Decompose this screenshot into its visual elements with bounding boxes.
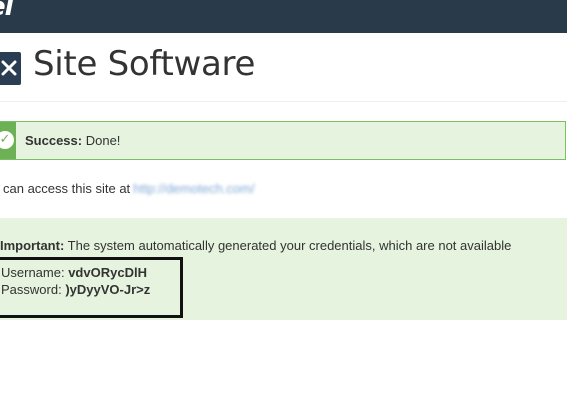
cpanel-logo[interactable]: el — [0, 0, 14, 22]
access-line: can access this site at http://demotech.c… — [3, 181, 255, 196]
success-text: Done! — [85, 133, 121, 148]
checkmark-icon: ✓ — [0, 131, 14, 149]
password-line: Password: )yDyyVO-Jr>z — [1, 282, 150, 297]
puzzle-wrench-icon — [0, 52, 21, 85]
credentials-box: Username: vdvORycDlH Password: )yDyyVO-J… — [0, 257, 183, 318]
success-message: Success: Done! — [25, 133, 120, 148]
access-text: can access this site at — [3, 181, 131, 196]
username-value: vdvORycDlH — [68, 265, 147, 280]
success-label: Success: — [25, 133, 83, 148]
password-label: Password: — [1, 282, 62, 297]
important-text: The system automatically generated your … — [67, 238, 512, 253]
important-message: Important: The system automatically gene… — [0, 238, 511, 253]
important-panel: Important: The system automatically gene… — [0, 218, 567, 320]
divider — [0, 101, 567, 102]
top-header-bar: el — [0, 0, 567, 33]
success-icon-box: ✓ — [0, 122, 16, 159]
page-title: Site Software — [33, 44, 256, 84]
site-link[interactable]: http://demotech.com/ — [133, 181, 254, 196]
password-value: )yDyyVO-Jr>z — [65, 282, 151, 297]
important-label: Important: — [0, 238, 65, 253]
success-alert: ✓ Success: Done! — [0, 121, 566, 160]
username-label: Username: — [1, 265, 65, 280]
username-line: Username: vdvORycDlH — [1, 265, 147, 280]
